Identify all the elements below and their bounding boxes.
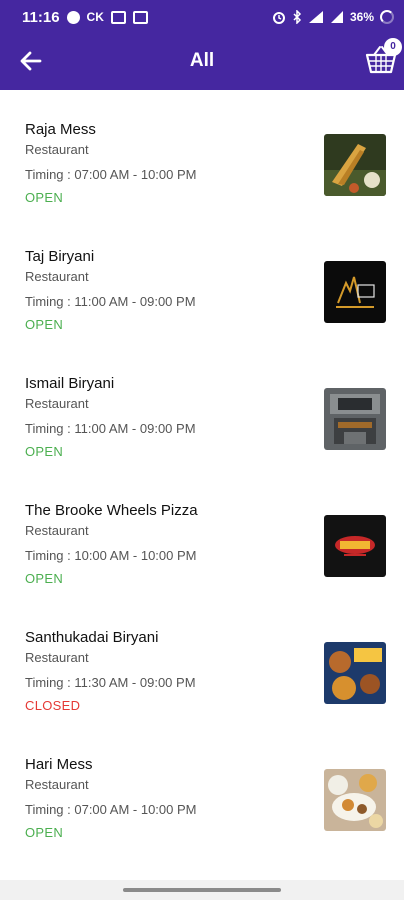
restaurant-name: Taj Biryani: [25, 248, 95, 265]
restaurant-timing: Timing : 11:00 AM - 09:00 PM: [25, 421, 196, 436]
status-label: OPEN: [25, 444, 64, 459]
network-label: CK: [86, 10, 104, 24]
dosa-image: [324, 134, 386, 196]
status-label: OPEN: [25, 317, 64, 332]
restaurant-item[interactable]: Santhukadai Biryani Restaurant Timing : …: [0, 598, 404, 725]
meals-image: [324, 769, 386, 831]
top-bar: 11:16 CK 36% All 0: [0, 0, 404, 90]
restaurant-category: Restaurant: [25, 650, 89, 665]
app-bar: All 0: [0, 34, 404, 90]
restaurant-timing: Timing : 10:00 AM - 10:00 PM: [25, 548, 197, 563]
media-icon: [110, 10, 126, 24]
restaurant-category: Restaurant: [25, 269, 89, 284]
cart-count-badge: 0: [384, 38, 402, 56]
restaurant-item[interactable]: The Brooke Wheels Pizza Restaurant Timin…: [0, 471, 404, 598]
restaurant-category: Restaurant: [25, 777, 89, 792]
media-icon: [132, 10, 148, 24]
battery-percentage: 36%: [349, 10, 374, 24]
bluetooth-icon: [293, 10, 302, 24]
restaurant-list: Raja Mess Restaurant Timing : 07:00 AM -…: [0, 90, 404, 852]
system-nav-bar: [0, 880, 404, 900]
restaurant-category: Restaurant: [25, 142, 89, 157]
signal-icon: [308, 11, 323, 23]
battery-icon: [380, 10, 394, 24]
signal-icon: [330, 11, 343, 23]
pizza-logo-image: [324, 515, 386, 577]
restaurant-timing: Timing : 07:00 AM - 10:00 PM: [25, 167, 197, 182]
biryani-poster-image: [324, 642, 386, 704]
alarm-icon: [272, 12, 285, 24]
storefront-image: [324, 388, 386, 450]
restaurant-name: Ismail Biryani: [25, 375, 115, 392]
restaurant-category: Restaurant: [25, 523, 89, 538]
status-label: OPEN: [25, 190, 64, 205]
restaurant-name: Hari Mess: [25, 756, 93, 773]
restaurant-name: Santhukadai Biryani: [25, 629, 159, 646]
page-title: All: [189, 50, 215, 71]
status-label: OPEN: [25, 825, 64, 840]
status-label: OPEN: [25, 571, 64, 586]
home-gesture-handle[interactable]: [123, 888, 281, 892]
restaurant-timing: Timing : 11:30 AM - 09:00 PM: [25, 675, 196, 690]
restaurant-item[interactable]: Ismail Biryani Restaurant Timing : 11:00…: [0, 344, 404, 471]
restaurant-name: Raja Mess: [25, 121, 96, 138]
message-icon: [66, 10, 80, 24]
restaurant-timing: Timing : 07:00 AM - 10:00 PM: [25, 802, 197, 817]
taj-biryani-logo-image: [324, 261, 386, 323]
restaurant-name: The Brooke Wheels Pizza: [25, 502, 198, 519]
status-label: CLOSED: [25, 698, 81, 713]
restaurant-category: Restaurant: [25, 396, 89, 411]
restaurant-item[interactable]: Hari Mess Restaurant Timing : 07:00 AM -…: [0, 725, 404, 852]
restaurant-timing: Timing : 11:00 AM - 09:00 PM: [25, 294, 196, 309]
status-bar: 11:16 CK 36%: [0, 0, 404, 34]
restaurant-item[interactable]: Raja Mess Restaurant Timing : 07:00 AM -…: [0, 90, 404, 217]
status-time: 11:16: [22, 8, 60, 26]
restaurant-item[interactable]: Taj Biryani Restaurant Timing : 11:00 AM…: [0, 217, 404, 344]
